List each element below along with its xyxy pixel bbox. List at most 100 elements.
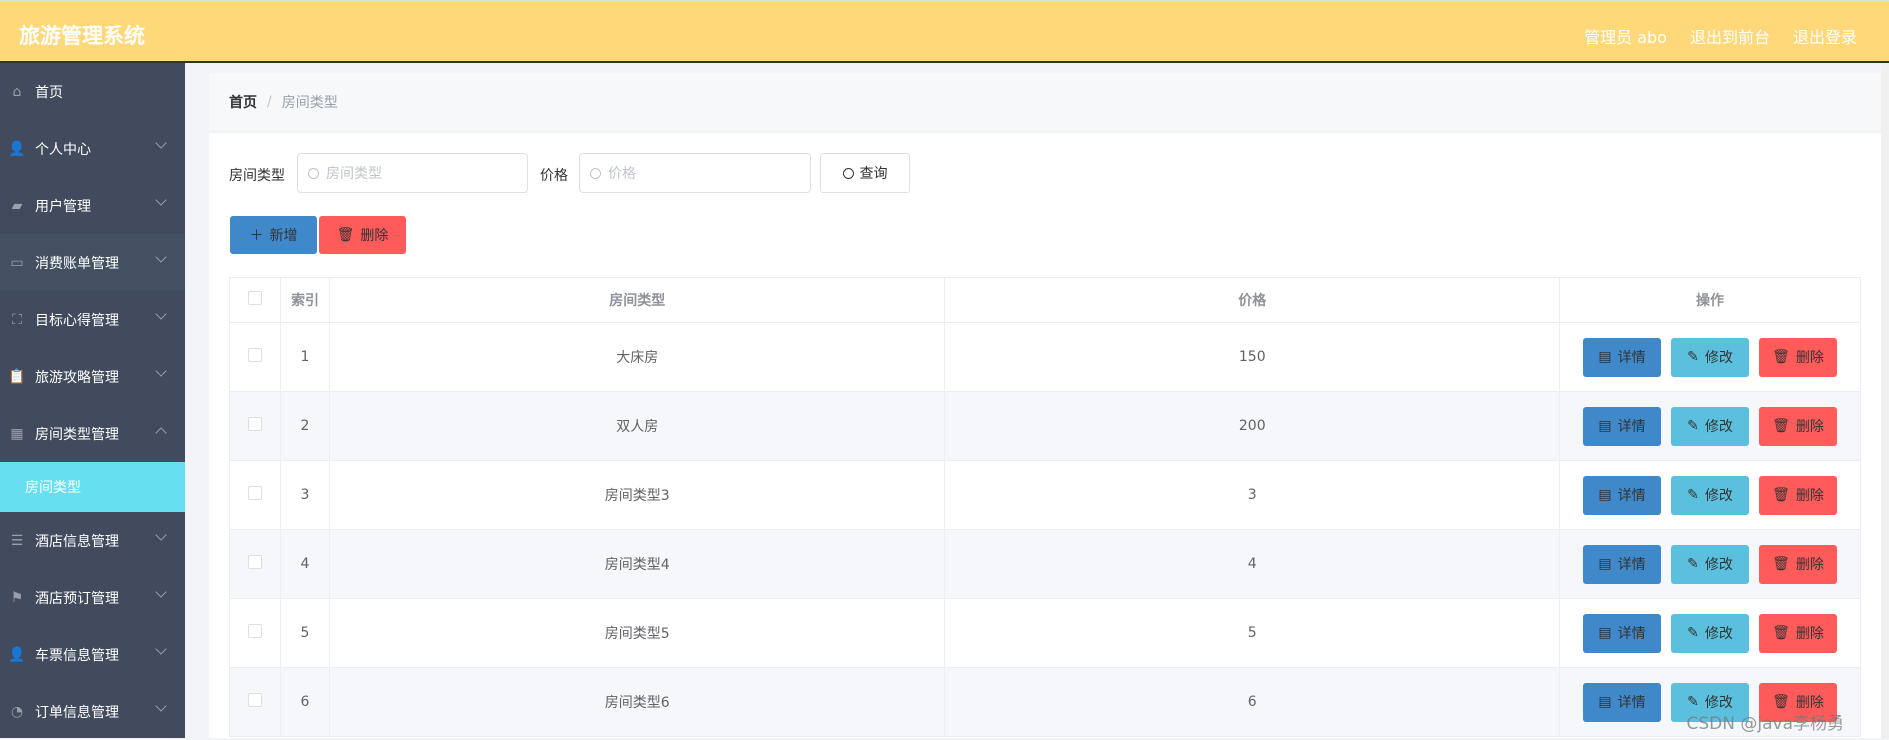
table-row: 1 大床房 150 ▤ 详情 ✎ 修改 🗑 删除 — [229, 322, 1861, 392]
edit-label: 修改 — [1704, 626, 1733, 642]
row-select[interactable] — [229, 322, 281, 392]
trash-icon: 🗑 — [1772, 487, 1790, 503]
batch-delete-button[interactable]: 🗑 删除 — [319, 216, 406, 254]
edit-button[interactable]: ✎ 修改 — [1671, 337, 1749, 377]
cell-actions: ▤ 详情 ✎ 修改 🗑 删除 — [1559, 460, 1861, 530]
sidebar-item[interactable]: 📋 旅游攻略管理 — [0, 348, 185, 405]
sidebar-item-label: 酒店信息管理 — [35, 533, 119, 550]
price-search-input[interactable]: 价格 — [579, 153, 811, 193]
detail-button[interactable]: ▤ 详情 — [1583, 613, 1661, 653]
delete-button[interactable]: 🗑 删除 — [1759, 613, 1837, 653]
row-select[interactable] — [229, 598, 281, 668]
header-actions: 操作 — [1559, 277, 1861, 323]
row-checkbox[interactable] — [247, 348, 262, 362]
edit-button[interactable]: ✎ 修改 — [1671, 613, 1749, 653]
card-icon: ▭ — [10, 254, 24, 271]
detail-button[interactable]: ▤ 详情 — [1583, 682, 1661, 722]
edit-label: 修改 — [1704, 419, 1733, 435]
chevron-down-icon — [155, 251, 167, 263]
sidebar-item[interactable]: 👤 个人中心 — [0, 120, 185, 177]
row-select[interactable] — [229, 529, 281, 599]
detail-button[interactable]: ▤ 详情 — [1583, 406, 1661, 446]
sidebar-item[interactable]: ⛶ 目标心得管理 — [0, 291, 185, 348]
cell-price: 5 — [944, 598, 1561, 668]
select-all[interactable] — [229, 277, 281, 323]
query-button[interactable]: 查询 — [820, 153, 910, 193]
frame-icon: ⛶ — [12, 311, 22, 328]
row-checkbox[interactable] — [247, 624, 262, 638]
chevron-down-icon — [155, 529, 167, 541]
sidebar-item[interactable]: ☰ 酒店信息管理 — [0, 512, 185, 569]
trash-icon: 🗑 — [1772, 349, 1790, 365]
row-checkbox[interactable] — [247, 486, 262, 500]
detail-button[interactable]: ▤ 详情 — [1583, 475, 1661, 515]
sidebar-item-label: 消费账单管理 — [35, 255, 119, 272]
cell-price: 4 — [944, 529, 1561, 599]
edit-button[interactable]: ✎ 修改 — [1671, 475, 1749, 515]
add-label: 新增 — [269, 228, 298, 244]
row-select[interactable] — [229, 391, 281, 461]
detail-button[interactable]: ▤ 详情 — [1583, 544, 1661, 584]
row-select[interactable] — [229, 460, 281, 530]
sidebar-item-label: 首页 — [35, 84, 63, 101]
cell-index: 3 — [279, 460, 330, 530]
sidebar-item[interactable]: ⌂ 首页 — [0, 63, 185, 120]
document-icon: ▤ — [1598, 487, 1612, 503]
sidebar-item[interactable]: ◔ 订单信息管理 — [0, 683, 185, 740]
home-icon: ⌂ — [12, 83, 22, 100]
delete-button[interactable]: 🗑 删除 — [1759, 544, 1837, 584]
edit-button[interactable]: ✎ 修改 — [1671, 406, 1749, 446]
detail-label: 详情 — [1617, 350, 1646, 366]
edit-label: 修改 — [1704, 557, 1733, 573]
cell-type: 房间类型4 — [328, 529, 946, 599]
app-title: 旅游管理系统 — [19, 24, 145, 48]
watermark: CSDN @java李杨勇 — [1686, 714, 1845, 734]
sidebar-item-label: 车票信息管理 — [35, 647, 119, 664]
breadcrumb: 首页 / 房间类型 — [209, 73, 1881, 130]
query-label: 查询 — [859, 166, 888, 182]
to-front-link[interactable]: 退出到前台 — [1690, 24, 1770, 48]
sidebar-item[interactable]: ⚑ 酒店预订管理 — [0, 569, 185, 626]
sidebar-item[interactable]: 👤 车票信息管理 — [0, 626, 185, 683]
content-card: 房间类型 房间类型 价格 价格 查询 ＋ 新增 🗑 删除 索引 房间类型 价格 操作… — [209, 133, 1881, 738]
type-placeholder: 房间类型 — [326, 166, 382, 182]
chevron-down-icon — [155, 643, 167, 655]
sidebar-subitem-room-type[interactable]: 房间类型 — [0, 462, 185, 512]
room-type-table: 索引 房间类型 价格 操作 1 大床房 150 ▤ 详情 ✎ 修改 🗑 删除 2 双人… — [229, 277, 1861, 737]
row-checkbox[interactable] — [247, 555, 262, 569]
delete-button[interactable]: 🗑 删除 — [1759, 337, 1837, 377]
delete-button[interactable]: 🗑 删除 — [1759, 475, 1837, 515]
edit-button[interactable]: ✎ 修改 — [1671, 544, 1749, 584]
chevron-down-icon — [155, 700, 167, 712]
logout-link[interactable]: 退出登录 — [1793, 24, 1857, 48]
select-all-checkbox[interactable] — [247, 291, 262, 305]
detail-label: 详情 — [1617, 695, 1646, 711]
cell-index: 4 — [279, 529, 330, 599]
cell-price: 3 — [944, 460, 1561, 530]
cell-index: 6 — [279, 667, 330, 737]
sidebar-item[interactable]: ▭ 消费账单管理 — [0, 234, 185, 291]
add-button[interactable]: ＋ 新增 — [230, 216, 317, 254]
sidebar-item-label: 酒店预订管理 — [35, 590, 119, 607]
detail-label: 详情 — [1617, 557, 1646, 573]
sidebar-item[interactable]: ▦ 房间类型管理 — [0, 405, 185, 462]
page-scrollbar[interactable] — [1881, 63, 1889, 738]
plus-icon: ＋ — [249, 228, 264, 244]
cell-actions: ▤ 详情 ✎ 修改 🗑 删除 — [1559, 322, 1861, 392]
detail-button[interactable]: ▤ 详情 — [1583, 337, 1661, 377]
sidebar-item[interactable]: ▰ 用户管理 — [0, 177, 185, 234]
pencil-icon: ✎ — [1687, 694, 1699, 710]
delete-button[interactable]: 🗑 删除 — [1759, 406, 1837, 446]
row-checkbox[interactable] — [247, 693, 262, 707]
wallet-icon: ▰ — [11, 197, 23, 214]
cell-actions: ▤ 详情 ✎ 修改 🗑 删除 — [1559, 529, 1861, 599]
search-icon — [308, 167, 319, 179]
breadcrumb-home[interactable]: 首页 — [229, 92, 257, 112]
row-select[interactable] — [229, 667, 281, 737]
row-checkbox[interactable] — [247, 417, 262, 431]
pencil-icon: ✎ — [1687, 487, 1699, 503]
type-search-input[interactable]: 房间类型 — [297, 153, 528, 193]
chevron-down-icon — [155, 586, 167, 598]
header-index: 索引 — [279, 277, 330, 323]
document-icon: ▤ — [1598, 418, 1612, 434]
